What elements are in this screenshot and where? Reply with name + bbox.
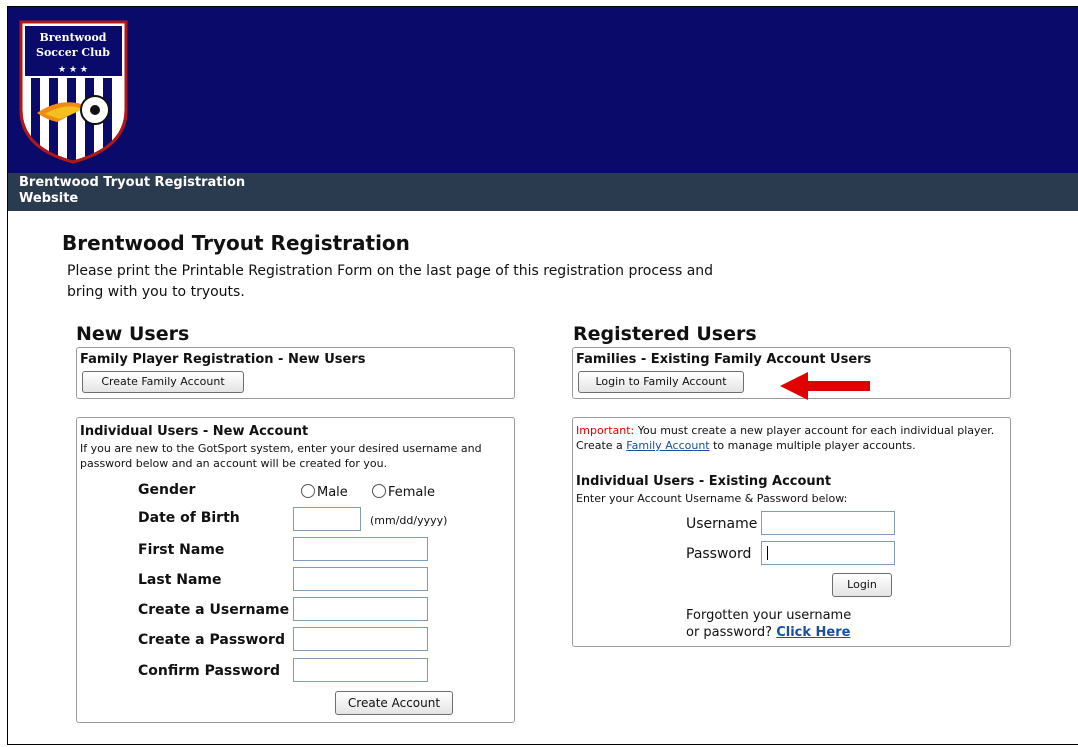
last-name-label: Last Name	[138, 572, 222, 588]
individual-login-subtitle: Enter your Account Username & Password b…	[576, 492, 848, 505]
gender-label: Gender	[138, 482, 196, 498]
family-account-link[interactable]: Family Account	[626, 439, 709, 452]
important-text-2: to manage multiple player accounts.	[713, 439, 916, 452]
family-login-title: Families - Existing Family Account Users	[576, 352, 872, 367]
forgot-click-here-link[interactable]: Click Here	[776, 625, 850, 640]
first-name-input[interactable]	[293, 537, 428, 561]
first-name-label: First Name	[138, 542, 225, 558]
family-registration-box: Family Player Registration - New Users C…	[76, 347, 515, 399]
individual-login-box: Important: You must create a new player …	[572, 417, 1011, 647]
gender-male-radio[interactable]	[301, 484, 315, 498]
red-arrow-icon	[780, 372, 870, 400]
svg-text:★ ★ ★: ★ ★ ★	[58, 65, 88, 75]
password-input[interactable]	[761, 541, 895, 565]
forgot-line-1: Forgotten your username	[686, 608, 852, 623]
create-account-button[interactable]: Create Account	[335, 691, 453, 715]
create-family-account-button[interactable]: Create Family Account	[82, 371, 244, 393]
dob-format-hint: (mm/dd/yyyy)	[370, 514, 448, 527]
create-username-input[interactable]	[293, 597, 428, 621]
username-input[interactable]	[761, 511, 895, 535]
logo-text-1: Brentwood	[39, 31, 106, 44]
logo-text-2: Soccer Club	[36, 46, 110, 59]
site-title-bar: Brentwood Tryout Registration Website	[8, 173, 1078, 211]
login-button[interactable]: Login	[832, 573, 892, 597]
header-banner	[8, 7, 1078, 173]
forgot-text: Forgotten your username or password? Cli…	[686, 607, 851, 641]
individual-login-title: Individual Users - Existing Account	[576, 474, 832, 489]
new-users-heading: New Users	[76, 323, 190, 345]
create-password-input[interactable]	[293, 627, 428, 651]
confirm-password-label: Confirm Password	[138, 663, 281, 679]
login-family-account-button[interactable]: Login to Family Account	[578, 371, 744, 393]
important-note: Important: You must create a new player …	[576, 423, 1008, 453]
family-registration-title: Family Player Registration - New Users	[80, 352, 366, 367]
username-label: Username	[686, 516, 758, 532]
dob-input[interactable]	[293, 507, 361, 531]
important-label: Important:	[576, 424, 635, 437]
page-title: Brentwood Tryout Registration	[62, 231, 410, 255]
site-title: Brentwood Tryout Registration Website	[19, 175, 246, 206]
password-label: Password	[686, 546, 752, 562]
create-password-label: Create a Password	[138, 632, 285, 648]
individual-new-title: Individual Users - New Account	[80, 424, 309, 439]
gender-male-label: Male	[317, 485, 348, 500]
club-logo[interactable]: Brentwood Soccer Club ★ ★ ★	[17, 18, 130, 166]
forgot-line-2: or password?	[686, 625, 773, 640]
gender-female-radio[interactable]	[372, 484, 386, 498]
individual-new-description: If you are new to the GotSport system, e…	[80, 442, 482, 470]
registered-users-heading: Registered Users	[573, 323, 757, 345]
confirm-password-input[interactable]	[293, 658, 428, 682]
text-cursor	[767, 546, 768, 560]
last-name-input[interactable]	[293, 567, 428, 591]
dob-label: Date of Birth	[138, 510, 240, 526]
intro-text: Please print the Printable Registration …	[67, 263, 714, 300]
gender-female-label: Female	[388, 485, 436, 500]
create-username-label: Create a Username	[138, 602, 290, 618]
individual-new-account-box: Individual Users - New Account If you ar…	[76, 417, 515, 723]
